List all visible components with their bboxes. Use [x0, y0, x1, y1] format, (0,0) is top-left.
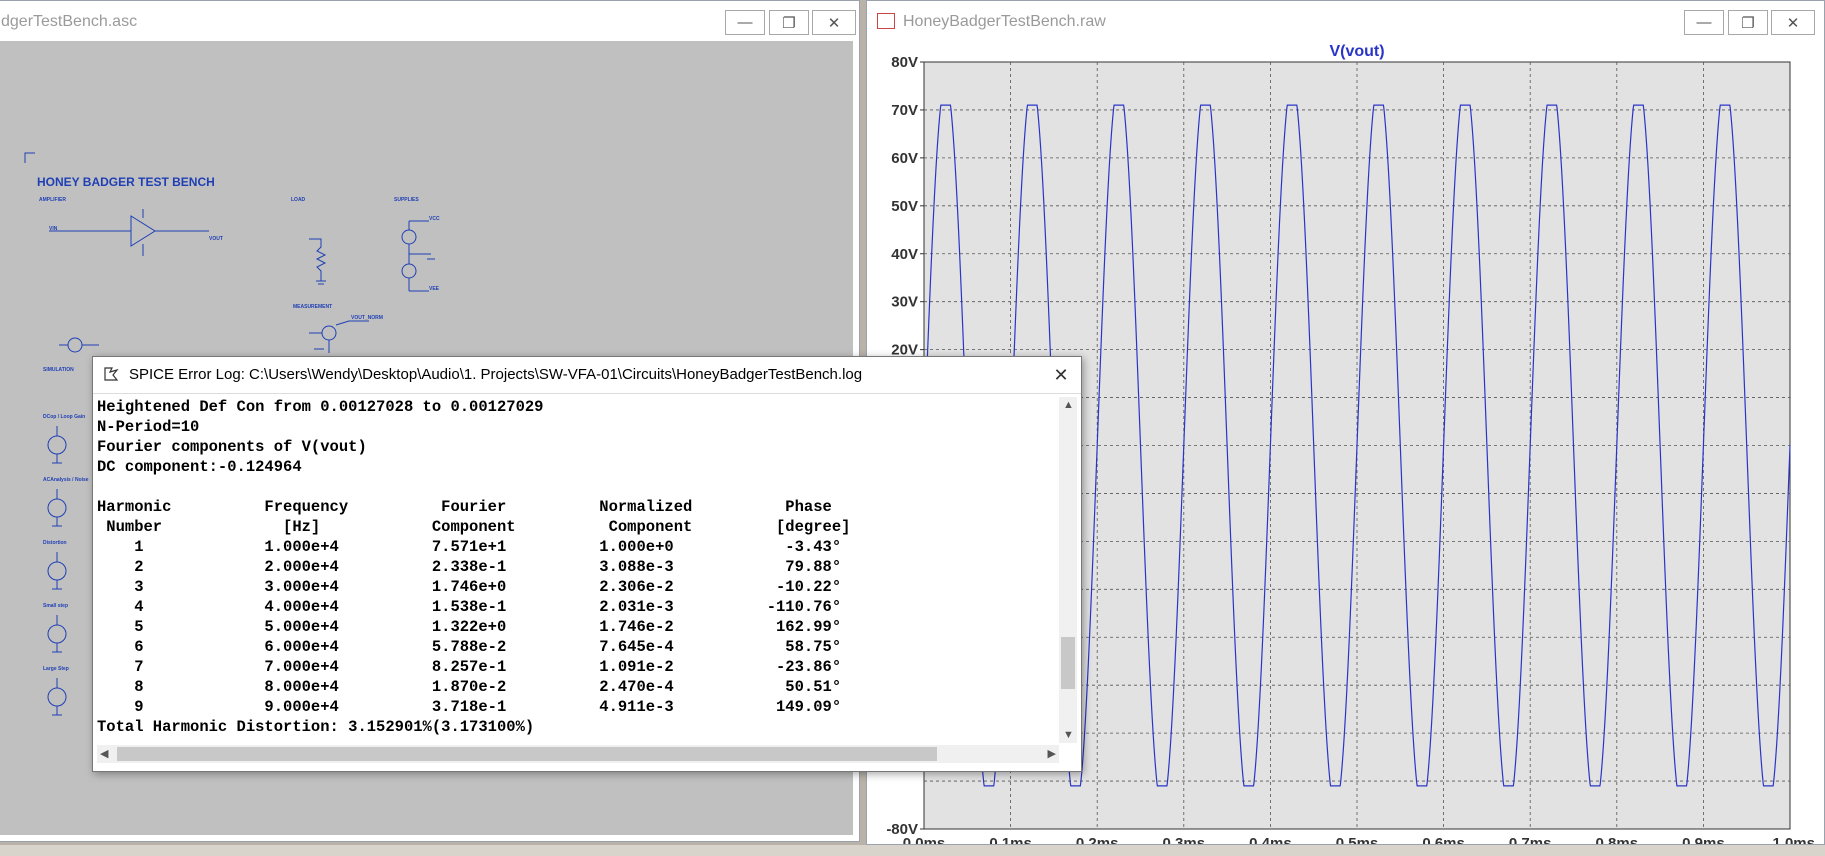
minimize-button[interactable]: — [725, 10, 765, 35]
label-supplies: SUPPLIES [394, 197, 419, 203]
spice-error-log-dialog[interactable]: SPICE Error Log: C:\Users\Wendy\Desktop\… [92, 356, 1082, 772]
net-label-vcc: VCC [429, 216, 440, 222]
x-tick-label: 0.8ms [1596, 835, 1639, 844]
label-ac-analysis: ACAnalysis / Noise [43, 477, 89, 483]
close-button[interactable]: ✕ [812, 10, 856, 35]
restore-icon: ❐ [1741, 14, 1755, 32]
log-line: 8 8.000e+4 1.870e-2 2.470e-4 50.51° [97, 678, 842, 696]
log-app-icon [103, 366, 119, 382]
x-tick-label: 0.2ms [1076, 835, 1119, 844]
log-line: 7 7.000e+4 8.257e-1 1.091e-2 -23.86° [97, 658, 842, 676]
log-text[interactable]: Heightened Def Con from 0.00127028 to 0.… [97, 397, 1059, 743]
x-tick-label: 0.4ms [1249, 835, 1292, 844]
waveform-title: HoneyBadgerTestBench.raw [903, 13, 1106, 30]
horizontal-scroll-thumb[interactable] [117, 747, 937, 761]
schematic-titlebar[interactable]: dgerTestBench.asc — ❐ ✕ [0, 1, 859, 41]
log-line: Total Harmonic Distortion: 3.152901%(3.1… [97, 718, 535, 736]
label-large-step: Large Step [43, 666, 69, 672]
net-label-vin: VIN [49, 226, 58, 232]
log-line: 5 5.000e+4 1.322e+0 1.746e-2 162.99° [97, 618, 842, 636]
log-titlebar[interactable]: SPICE Error Log: C:\Users\Wendy\Desktop\… [93, 357, 1081, 394]
y-tick-label: 70V [891, 102, 918, 119]
x-tick-label: 1.0ms [1772, 835, 1815, 844]
log-line: Heightened Def Con from 0.00127028 to 0.… [97, 398, 544, 416]
label-distortion: Distortion [43, 540, 67, 546]
x-tick-label: 0.3ms [1163, 835, 1206, 844]
log-horizontal-scrollbar[interactable]: ◀ ▶ [97, 745, 1059, 763]
scroll-right-icon[interactable]: ▶ [1048, 747, 1056, 760]
label-small-step: Small step [43, 603, 69, 609]
y-tick-label: 50V [891, 198, 918, 215]
x-tick-label: 0.0ms [903, 835, 946, 844]
scroll-down-icon[interactable]: ▼ [1063, 729, 1074, 741]
x-tick-label: 0.5ms [1336, 835, 1379, 844]
log-vertical-scrollbar[interactable]: ▲ ▼ [1059, 397, 1077, 743]
trace-label[interactable]: V(vout) [1329, 43, 1384, 60]
net-label-vout-norm: VOUT_NORM [351, 315, 383, 321]
net-label-vee: VEE [429, 286, 440, 292]
label-amplifier: AMPLIFIER [39, 197, 66, 203]
log-line: DC component:-0.124964 [97, 458, 302, 476]
close-icon: ✕ [1786, 14, 1800, 32]
log-line: 6 6.000e+4 5.788e-2 7.645e-4 58.75° [97, 638, 842, 656]
log-lines: Heightened Def Con from 0.00127028 to 0.… [97, 397, 1059, 737]
x-tick-label: 0.9ms [1682, 835, 1725, 844]
log-line: 2 2.000e+4 2.338e-1 3.088e-3 79.88° [97, 558, 842, 576]
y-tick-label: 80V [891, 54, 918, 71]
maximize-button[interactable]: ❐ [769, 10, 809, 35]
minimize-icon: — [737, 14, 753, 31]
x-tick-label: 0.6ms [1422, 835, 1465, 844]
scroll-left-icon[interactable]: ◀ [100, 747, 108, 760]
x-tick-label: 0.7ms [1509, 835, 1552, 844]
vertical-scroll-thumb[interactable] [1061, 637, 1075, 689]
close-icon: ✕ [827, 14, 841, 32]
log-title: SPICE Error Log: C:\Users\Wendy\Desktop\… [129, 366, 863, 383]
restore-icon: ❐ [782, 14, 796, 32]
label-dc-op: DCop / Loop Gain [43, 414, 86, 420]
desktop-strip [0, 845, 1825, 856]
waveform-close-button[interactable]: ✕ [1771, 10, 1815, 35]
y-tick-label: 30V [891, 294, 918, 311]
log-line: 1 1.000e+4 7.571e+1 1.000e+0 -3.43° [97, 538, 842, 556]
log-line: N-Period=10 [97, 418, 200, 436]
log-line: Fourier components of V(vout) [97, 438, 367, 456]
y-tick-label: 40V [891, 246, 918, 263]
net-label-vout: VOUT [209, 236, 223, 242]
log-line: 9 9.000e+4 3.718e-1 4.911e-3 149.09° [97, 698, 842, 716]
waveform-minimize-button[interactable]: — [1684, 10, 1724, 35]
log-line: Harmonic Frequency Fourier Normalized Ph… [97, 498, 935, 516]
label-load: LOAD [291, 197, 306, 203]
log-line: 4 4.000e+4 1.538e-1 2.031e-3 -110.76° [97, 598, 842, 616]
log-close-button[interactable]: ✕ [1049, 363, 1073, 387]
waveform-titlebar[interactable]: HoneyBadgerTestBench.raw — ❐ ✕ [867, 1, 1824, 41]
minimize-icon: — [1696, 14, 1712, 31]
waveform-maximize-button[interactable]: ❐ [1728, 10, 1768, 35]
waveform-app-icon [877, 13, 895, 29]
log-line: Number [Hz] Component Component [degree] [97, 518, 851, 536]
x-tick-label: 0.1ms [989, 835, 1032, 844]
scroll-up-icon[interactable]: ▲ [1063, 399, 1074, 411]
label-simulation: SIMULATION [43, 367, 74, 373]
y-tick-label: 60V [891, 150, 918, 167]
schematic-main-title: HONEY BADGER TEST BENCH [37, 175, 215, 189]
label-measurement: MEASUREMENT [293, 304, 333, 310]
log-line: 3 3.000e+4 1.746e+0 2.306e-2 -10.22° [97, 578, 842, 596]
schematic-title: dgerTestBench.asc [1, 13, 138, 30]
